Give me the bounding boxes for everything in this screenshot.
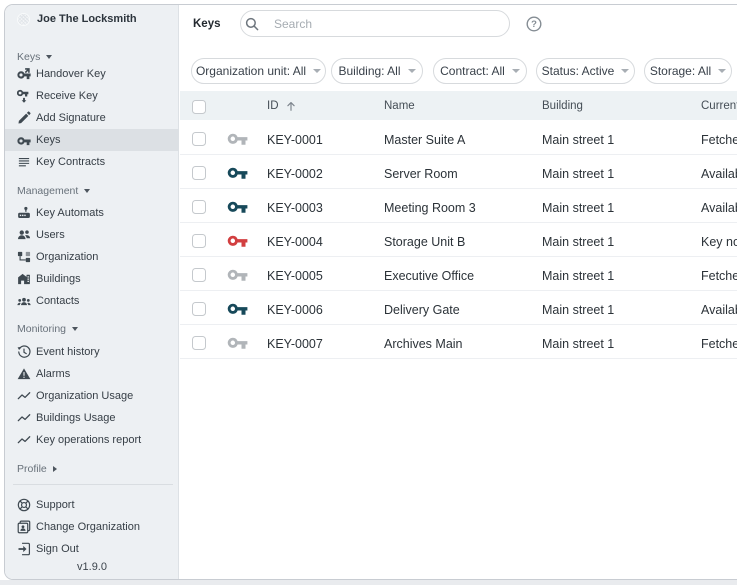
svg-text:?: ? [531, 19, 537, 30]
